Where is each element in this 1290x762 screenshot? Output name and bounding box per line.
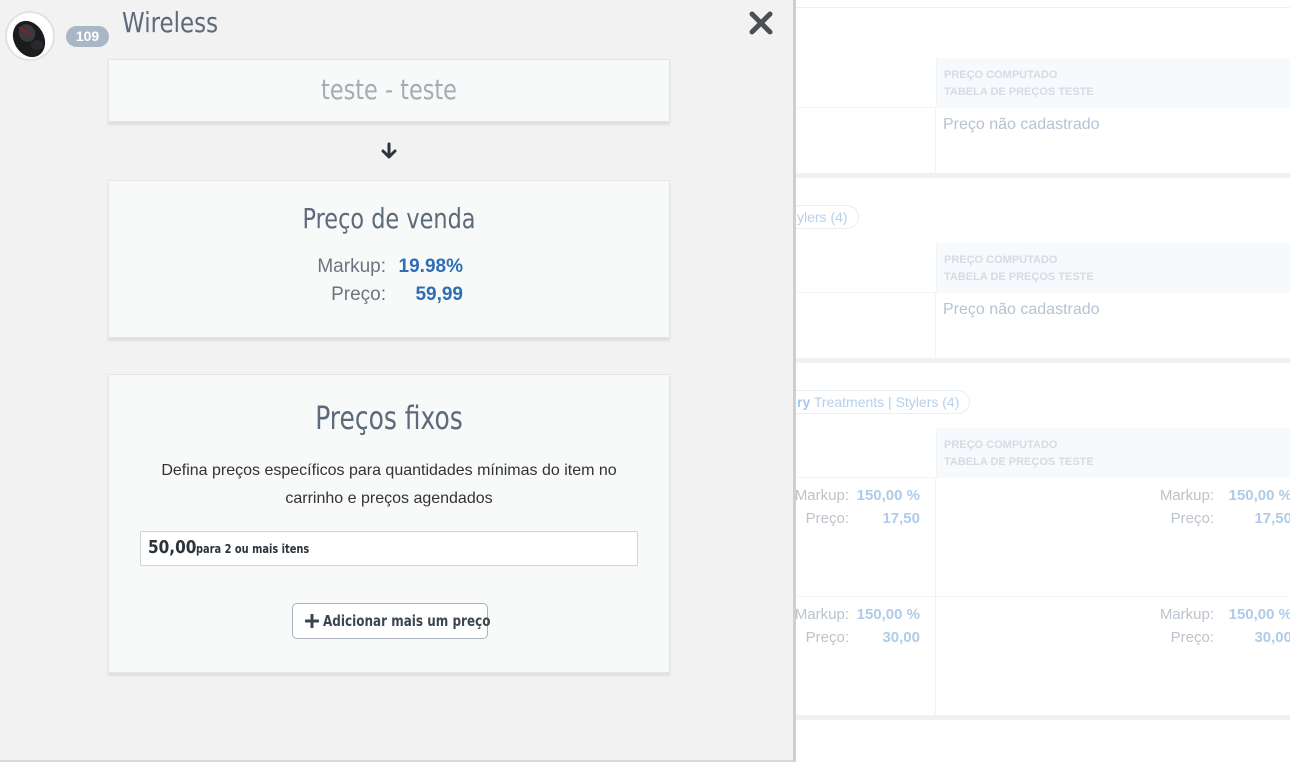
bg-price-pair: Markup: 150,00 % Preço: 17,50 xyxy=(796,484,920,530)
bg-product-card: PREÇO COMPUTADO TABELA DE PREÇOS TESTE M… xyxy=(796,428,1290,720)
bg-column-header-line1: PREÇO COMPUTADO xyxy=(944,69,1058,81)
bg-column-header: PREÇO COMPUTADO TABELA DE PREÇOS TESTE xyxy=(936,243,1290,293)
add-price-button[interactable]: Adicionar mais um preço xyxy=(292,603,491,639)
bg-product-card: PREÇO COMPUTADO TABELA DE PREÇOS TESTE P… xyxy=(796,58,1290,178)
bg-category-chip[interactable]: ylers (4) xyxy=(796,205,859,229)
bg-markup-value: 150,00 % xyxy=(1228,487,1290,504)
close-icon xyxy=(749,11,773,35)
markup-value-wrap: 19.98% xyxy=(109,256,463,280)
bg-table-header: PREÇO COMPUTADO TABELA DE PREÇOS TESTE xyxy=(796,243,1290,293)
close-button[interactable] xyxy=(748,10,774,36)
bg-price-value: 17,50 xyxy=(882,510,920,527)
bg-markup-value: 150,00 % xyxy=(1228,606,1290,623)
bg-product-card: PREÇO COMPUTADO TABELA DE PREÇOS TESTE P… xyxy=(796,243,1290,363)
mouse-image xyxy=(12,20,46,58)
source-price-list-card: teste - teste xyxy=(108,59,670,122)
bg-category-chip-strong: ry xyxy=(797,394,811,410)
add-price-button-label: Adicionar mais um preço xyxy=(323,612,491,630)
bg-price-pair: Markup: 150,00 % Preço: 30,00 xyxy=(796,603,920,649)
bg-column-header-line2: TABELA DE PREÇOS TESTE xyxy=(944,271,1094,283)
sale-price-card: Preço de venda Markup: 19.98% Preço: 59,… xyxy=(108,180,670,338)
bg-markup-label: Markup: xyxy=(1159,487,1214,504)
bg-table-header: PREÇO COMPUTADO TABELA DE PREÇOS TESTE xyxy=(796,58,1290,108)
background-page: PREÇO COMPUTADO TABELA DE PREÇOS TESTE P… xyxy=(796,0,1290,762)
bg-price-label: Preço: xyxy=(805,510,849,527)
arrow-down-icon xyxy=(379,141,399,161)
fixed-price-row[interactable]: 50,00 para 2 ou mais itens xyxy=(140,531,638,566)
markup-value: 19.98% xyxy=(398,256,463,277)
bg-price-label: Preço: xyxy=(1170,510,1214,527)
fixed-prices-title: Preços fixos xyxy=(315,399,463,437)
divider xyxy=(796,596,1290,597)
bg-price-label: Preço: xyxy=(805,629,849,646)
divider xyxy=(935,108,936,173)
bg-markup-label: Markup: xyxy=(796,606,849,623)
fixed-price-condition: para 2 ou mais itens xyxy=(196,542,310,556)
bg-price-value: 30,00 xyxy=(882,629,920,646)
fixed-prices-card: Preços fixos Defina preços específicos p… xyxy=(108,374,670,673)
item-count-badge: 109 xyxy=(66,26,109,47)
bg-table-header: PREÇO COMPUTADO TABELA DE PREÇOS TESTE xyxy=(796,428,1290,478)
bg-markup-value: 150,00 % xyxy=(856,487,920,504)
bg-column-header-line2: TABELA DE PREÇOS TESTE xyxy=(944,456,1094,468)
bg-column-header-line1: PREÇO COMPUTADO xyxy=(944,254,1058,266)
bg-category-chip-label: ylers (4) xyxy=(797,209,848,225)
product-thumbnail xyxy=(5,11,55,61)
price-value-wrap: 59,99 xyxy=(109,284,463,308)
bg-markup-label: Markup: xyxy=(1159,606,1214,623)
divider xyxy=(935,293,936,358)
bg-price-value: 30,00 xyxy=(1254,629,1290,646)
bg-category-chip[interactable]: ry Treatments | Stylers (4) xyxy=(796,390,971,414)
bg-missing-price: Preço não cadastrado xyxy=(943,116,1100,133)
bg-markup-value: 150,00 % xyxy=(856,606,920,623)
plus-icon xyxy=(305,614,319,628)
bg-column-header-line2: TABELA DE PREÇOS TESTE xyxy=(944,86,1094,98)
item-pricing-panel: 109 Wireless teste - teste Preço de vend… xyxy=(0,0,793,762)
price-value: 59,99 xyxy=(415,284,463,305)
bg-column-header-line1: PREÇO COMPUTADO xyxy=(944,439,1058,451)
panel-title: Wireless xyxy=(122,6,219,39)
bg-missing-price: Preço não cadastrado xyxy=(943,301,1100,318)
source-price-list-name: teste - teste xyxy=(321,73,457,106)
bg-price-pair: Markup: 150,00 % Preço: 17,50 xyxy=(1153,484,1290,530)
bg-column-header: PREÇO COMPUTADO TABELA DE PREÇOS TESTE xyxy=(936,428,1290,478)
panel-edge xyxy=(793,0,796,762)
fixed-prices-description: Defina preços específicos para quantidad… xyxy=(161,462,617,507)
fixed-price-amount: 50,00 xyxy=(148,537,197,558)
bg-column-header: PREÇO COMPUTADO TABELA DE PREÇOS TESTE xyxy=(936,58,1290,108)
bg-price-label: Preço: xyxy=(1170,629,1214,646)
sale-price-title: Preço de venda xyxy=(302,202,476,235)
bg-markup-label: Markup: xyxy=(796,487,849,504)
bg-category-chip-label: Treatments | Stylers (4) xyxy=(810,394,960,410)
bg-price-pair: Markup: 150,00 % Preço: 30,00 xyxy=(1153,603,1290,649)
bg-price-value: 17,50 xyxy=(1254,510,1290,527)
divider xyxy=(796,7,1290,8)
